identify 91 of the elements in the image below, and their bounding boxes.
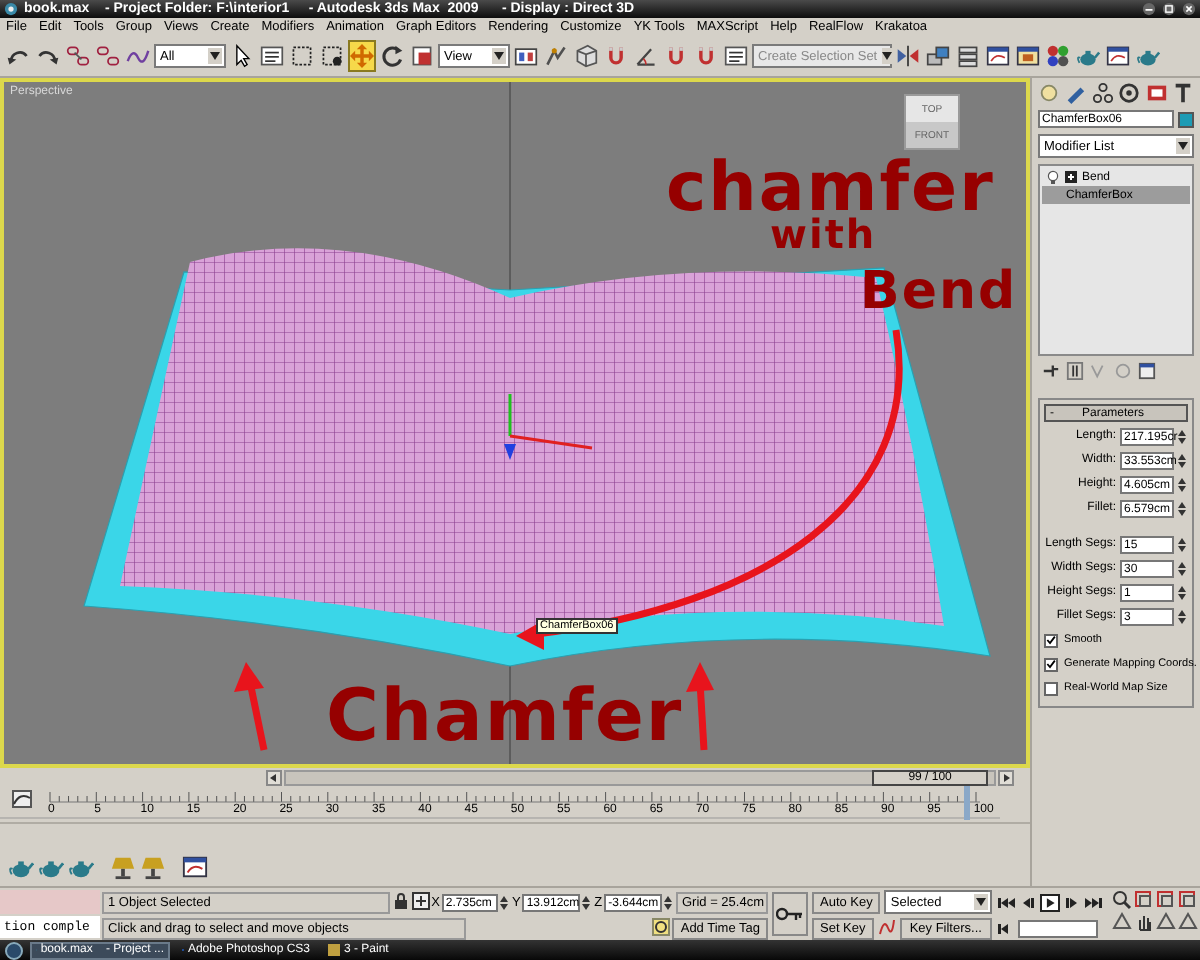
scale-icon (410, 44, 434, 68)
toolbar-button[interactable] (378, 40, 406, 72)
align-icon (926, 44, 950, 68)
go-to-start-icon[interactable] (996, 893, 1016, 911)
pin-icon[interactable] (1042, 362, 1060, 380)
hierarchy-tab-icon[interactable] (1091, 82, 1114, 104)
manipulate-icon (544, 44, 568, 68)
close-icon[interactable] (1182, 2, 1196, 16)
play-icon[interactable] (1040, 893, 1060, 911)
rotate-icon (380, 44, 404, 68)
start-button-icon[interactable] (4, 941, 24, 959)
app-icon (328, 944, 340, 956)
display-tab-icon[interactable] (1145, 82, 1168, 104)
abc-list-icon (724, 44, 748, 68)
pivot-icon (514, 44, 538, 68)
render-window-icon (1106, 44, 1130, 68)
cursor-icon (230, 44, 254, 68)
maximize-icon[interactable] (1162, 2, 1176, 16)
caret-icon[interactable] (1178, 142, 1188, 150)
checkbox[interactable] (1044, 633, 1058, 647)
move-arrows-icon (350, 44, 374, 68)
go-to-end-icon[interactable] (1084, 893, 1104, 911)
cube-icon (574, 44, 598, 68)
caret-icon[interactable] (210, 52, 220, 60)
curve-editor-icon (986, 44, 1010, 68)
list-icon (260, 44, 284, 68)
expand-icon[interactable] (1064, 170, 1078, 184)
toolbar-button[interactable] (894, 40, 922, 72)
schematic-icon (1016, 44, 1040, 68)
spinner-control[interactable] (1178, 427, 1188, 445)
modify-tab-icon[interactable] (1064, 82, 1087, 104)
listener-input[interactable] (0, 890, 100, 914)
bulb-icon[interactable] (1046, 170, 1060, 184)
percent-snap-icon (664, 44, 688, 68)
configure-icon[interactable] (1138, 362, 1156, 380)
zoom-all-icon[interactable] (1134, 890, 1154, 910)
lamp-icon[interactable] (110, 853, 136, 879)
spheres-icon (1046, 44, 1070, 68)
motion-tab-icon[interactable] (1118, 82, 1141, 104)
next-frame-icon[interactable] (1062, 893, 1082, 911)
spinner-control[interactable] (1178, 607, 1188, 625)
lock-icon[interactable] (391, 891, 410, 909)
chain-link-icon (66, 44, 90, 68)
lamp-icon[interactable] (140, 853, 166, 879)
checkbox[interactable] (1044, 681, 1058, 695)
spinner-control[interactable] (1178, 451, 1188, 469)
spinner-control[interactable] (1178, 535, 1188, 553)
spinner-control[interactable] (1178, 583, 1188, 601)
previous-frame-icon[interactable] (1018, 893, 1038, 911)
dashed-square-icon (290, 44, 314, 68)
checkbox[interactable] (1044, 657, 1058, 671)
spinner-control[interactable] (500, 893, 510, 911)
magnet-icon (604, 44, 628, 68)
set-keys-button[interactable] (772, 892, 808, 936)
minimize-icon[interactable] (1142, 2, 1156, 16)
pan-hand-icon[interactable] (1134, 912, 1154, 932)
key-icon (776, 906, 804, 922)
caret-icon[interactable] (976, 898, 986, 906)
mini-curve-icon[interactable] (12, 790, 32, 808)
angle-snap-icon (634, 44, 658, 68)
caret-icon[interactable] (881, 52, 892, 60)
handwritten-note: Chamfer (326, 682, 684, 754)
up-arrow (234, 662, 268, 751)
color-swatch[interactable] (1178, 111, 1194, 127)
frame-field[interactable] (1018, 919, 1098, 937)
window-icon[interactable] (182, 853, 208, 879)
caret-icon[interactable] (494, 52, 504, 60)
spinner-control[interactable] (1178, 499, 1188, 517)
create-tab-icon[interactable] (1038, 82, 1060, 104)
zoom-extents-icon[interactable] (1156, 890, 1176, 910)
layers-icon (956, 44, 980, 68)
window-crossing-icon (320, 44, 344, 68)
handwritten-note: with (770, 214, 877, 254)
spinner-control[interactable] (582, 893, 593, 911)
absolute-mode-icon[interactable] (411, 891, 430, 909)
spinner-control[interactable] (1178, 475, 1188, 493)
key-curve-icon[interactable] (877, 917, 896, 935)
app-logo-icon (4, 2, 18, 16)
mirror-icon (896, 44, 920, 68)
next-frame-button[interactable] (998, 769, 1014, 785)
time-tag-icon[interactable] (652, 917, 671, 935)
previous-frame-button[interactable] (266, 769, 282, 785)
spinner-control[interactable] (1178, 559, 1188, 577)
transform-gizmo-icon[interactable] (504, 394, 593, 460)
end-result-icon[interactable] (1066, 362, 1084, 380)
spinner-snap-icon (694, 44, 718, 68)
utilities-tab-icon[interactable] (1171, 82, 1194, 104)
up-arrow (686, 662, 714, 751)
zoom-icon[interactable] (1112, 890, 1132, 910)
broken-chain-icon (96, 44, 120, 68)
zoom-extents-all-icon[interactable] (1178, 890, 1198, 910)
